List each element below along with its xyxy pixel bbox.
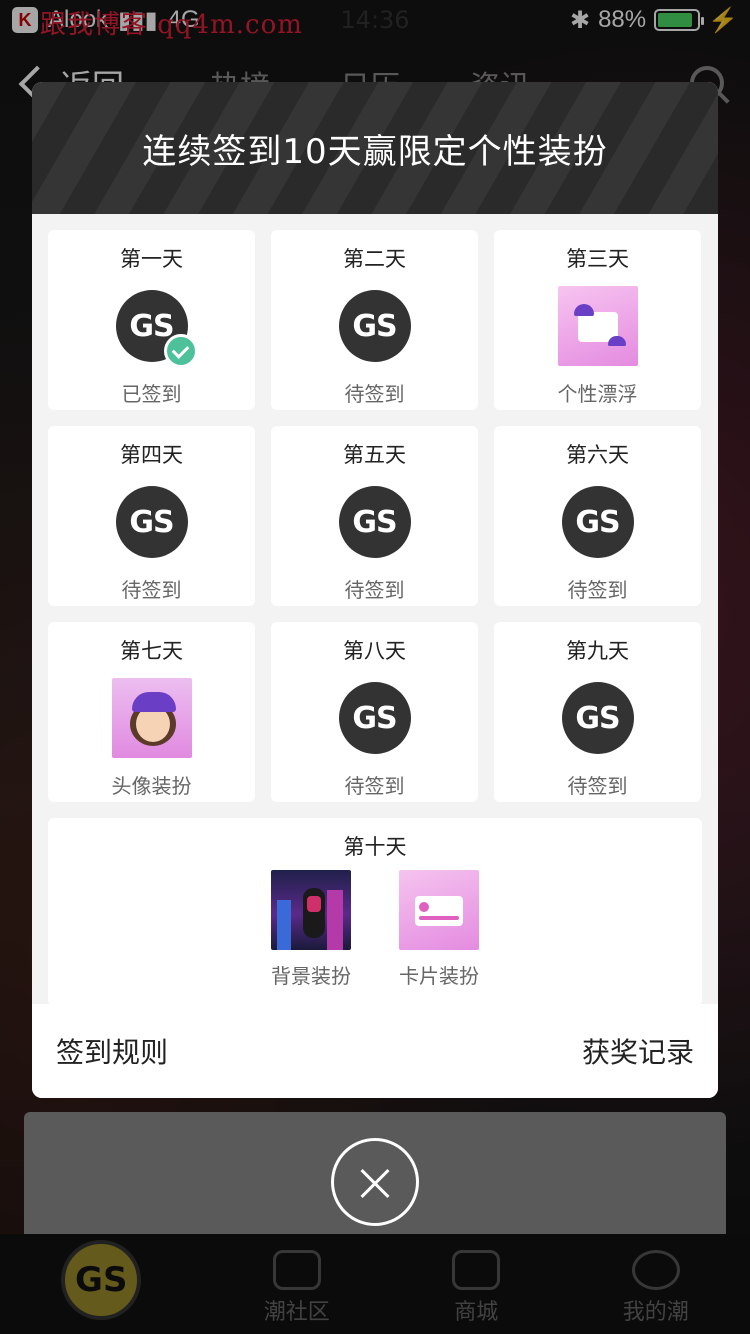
day-label: 第二天 <box>343 247 406 271</box>
modal-body: 第一天 GS 已签到 第二天 GS 待签到 第三天 个性漂浮 第四天 GS 待签… <box>32 214 718 1006</box>
day-status: 头像装扮 <box>111 774 192 798</box>
day-icon: GS <box>335 482 415 562</box>
day-label: 第六天 <box>566 443 629 467</box>
day-card-2[interactable]: 第二天 GS 待签到 <box>271 230 478 410</box>
day-card-6[interactable]: 第六天 GS 待签到 <box>494 426 701 606</box>
day-card-9[interactable]: 第九天 GS 待签到 <box>494 622 701 802</box>
day10-rewards: 背景装扮 卡片装扮 <box>271 870 479 989</box>
checkin-rules-link[interactable]: 签到规则 <box>56 1031 168 1071</box>
gs-coin-icon: GS <box>115 486 188 558</box>
day-icon: GS <box>112 286 198 368</box>
gs-coin-icon: GS <box>338 682 411 754</box>
reward-label: 卡片装扮 <box>399 964 479 988</box>
day-icon <box>557 286 638 366</box>
day-status: 待签到 <box>121 578 182 602</box>
day-card-10[interactable]: 第十天 背景装扮 卡片装扮 <box>48 818 702 1006</box>
modal-header: 连续签到10天赢限定个性装扮 <box>32 82 718 214</box>
reward-card[interactable]: 卡片装扮 <box>399 870 479 989</box>
day-status: 待签到 <box>567 578 628 602</box>
modal-title: 连续签到10天赢限定个性装扮 <box>142 131 608 172</box>
day-label: 第八天 <box>343 639 406 663</box>
day-icon <box>111 678 192 758</box>
day-label: 第十天 <box>343 835 407 859</box>
avatar-reward-image <box>111 678 192 758</box>
modal-footer: 签到规则 获奖记录 <box>32 1004 718 1098</box>
float-reward-image <box>557 286 638 366</box>
day-status: 已签到 <box>121 382 182 406</box>
gs-coin-icon: GS <box>561 682 634 754</box>
day-label: 第九天 <box>566 639 629 663</box>
day-card-3[interactable]: 第三天 个性漂浮 <box>494 230 701 410</box>
day-card-1[interactable]: 第一天 GS 已签到 <box>48 230 255 410</box>
day-icon: GS <box>335 678 415 758</box>
day-label: 第五天 <box>343 443 406 467</box>
day-label: 第七天 <box>120 639 183 663</box>
gs-coin-icon: GS <box>561 486 634 558</box>
day-label: 第四天 <box>120 443 183 467</box>
day-label: 第三天 <box>566 247 629 271</box>
day-icon: GS <box>558 482 638 562</box>
award-records-link[interactable]: 获奖记录 <box>582 1031 694 1071</box>
day-card-7[interactable]: 第七天 头像装扮 <box>48 622 255 802</box>
day-card-5[interactable]: 第五天 GS 待签到 <box>271 426 478 606</box>
reward-label: 背景装扮 <box>271 964 351 988</box>
checkin-modal: 连续签到10天赢限定个性装扮 第一天 GS 已签到 第二天 GS 待签到 第三天… <box>32 82 718 1098</box>
check-icon <box>163 334 198 368</box>
day-status: 个性漂浮 <box>557 382 638 406</box>
day-icon: GS <box>558 678 638 758</box>
background-reward-image <box>271 870 351 950</box>
day-status: 待签到 <box>344 578 405 602</box>
day-card-8[interactable]: 第八天 GS 待签到 <box>271 622 478 802</box>
close-button[interactable] <box>331 1138 419 1226</box>
reward-background[interactable]: 背景装扮 <box>271 870 351 989</box>
day-status: 待签到 <box>567 774 628 798</box>
card-reward-image <box>399 870 479 950</box>
day-icon: GS <box>335 286 415 366</box>
day-icon: GS <box>112 482 192 562</box>
day-grid: 第一天 GS 已签到 第二天 GS 待签到 第三天 个性漂浮 第四天 GS 待签… <box>48 230 702 802</box>
day-status: 待签到 <box>344 774 405 798</box>
day-status: 待签到 <box>344 382 405 406</box>
gs-coin-icon: GS <box>338 486 411 558</box>
gs-coin-icon: GS <box>338 290 411 362</box>
day-card-4[interactable]: 第四天 GS 待签到 <box>48 426 255 606</box>
day-label: 第一天 <box>120 247 183 271</box>
